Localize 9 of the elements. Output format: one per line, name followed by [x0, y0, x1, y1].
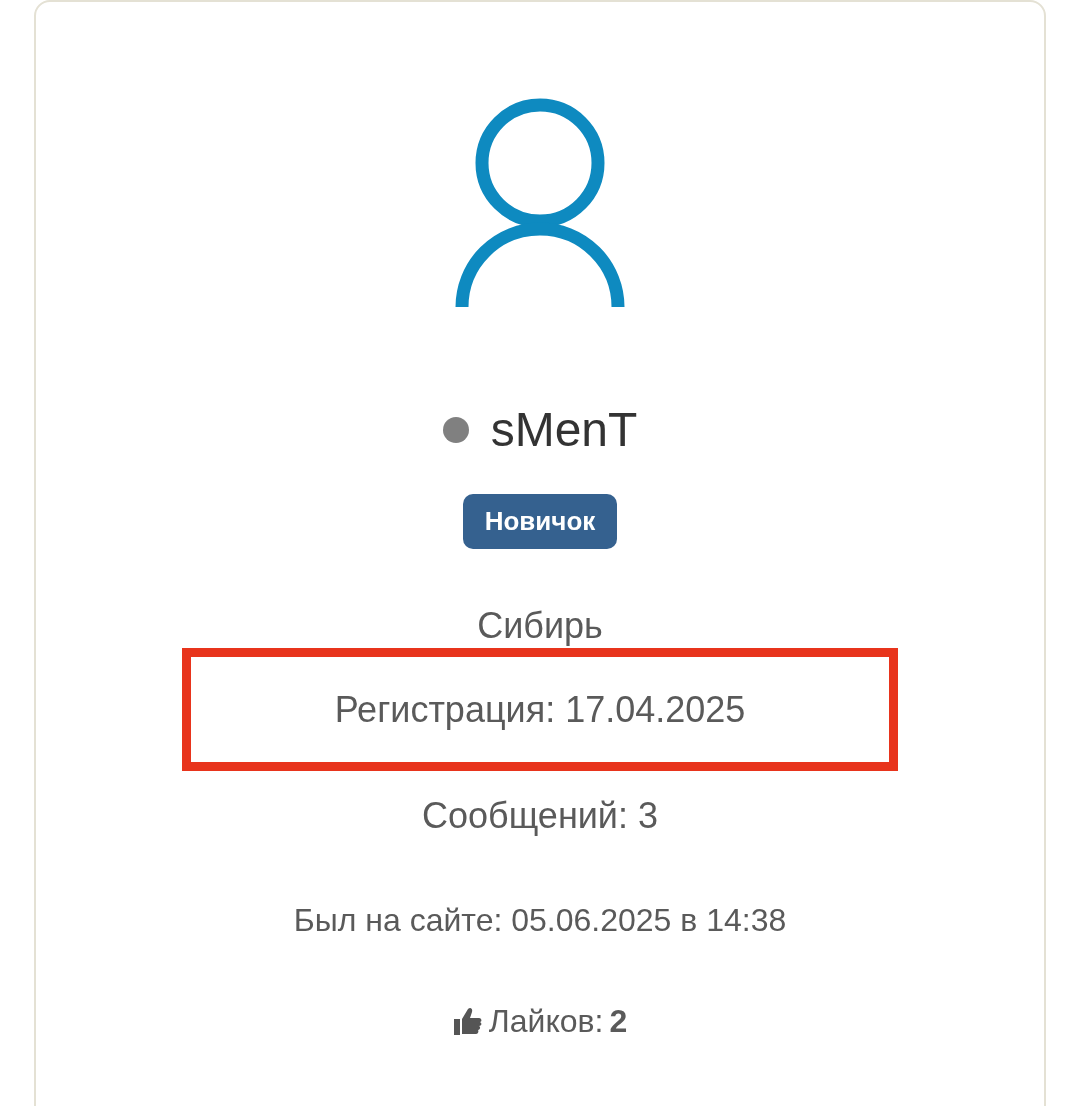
- likes-label: Лайков:: [488, 1002, 604, 1041]
- likes-count: 2: [609, 1002, 628, 1041]
- stat-text: Регистрация: 17.04.2025: [334, 687, 746, 732]
- last-seen-text: Был на сайте: 05.06.2025 в 14:38: [293, 901, 787, 940]
- rank-badge: Новичок: [462, 494, 618, 549]
- location-text: Сибирь: [477, 604, 603, 648]
- username: sMenT: [490, 402, 638, 458]
- stat-text: Сообщений: 3: [422, 794, 658, 838]
- thumbs-up-icon: [452, 1006, 483, 1036]
